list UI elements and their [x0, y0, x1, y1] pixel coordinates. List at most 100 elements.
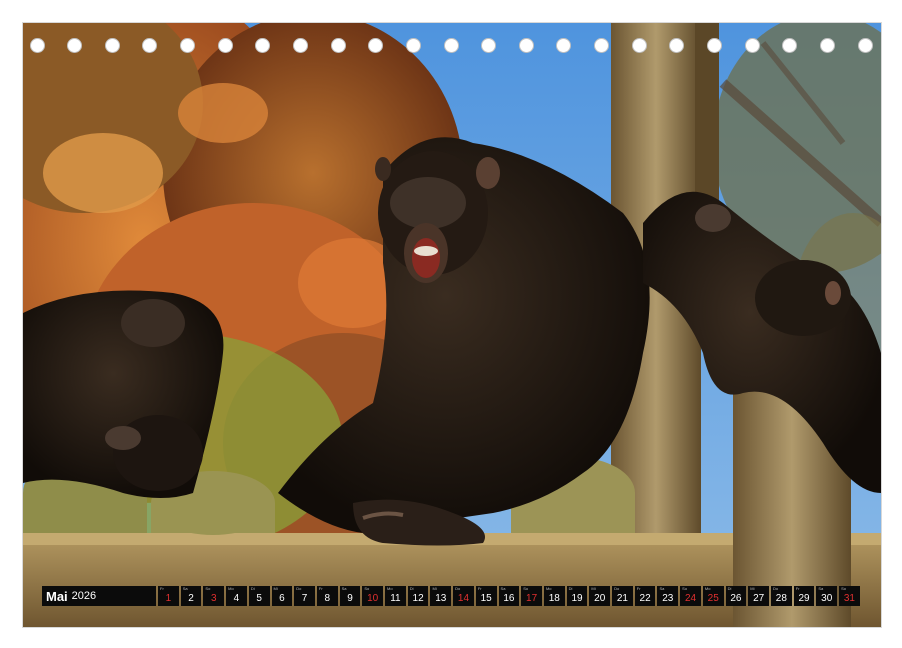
weekday-label: So	[682, 586, 688, 591]
day-number: 11	[390, 593, 401, 604]
binding-hole	[29, 38, 45, 53]
chimpanzee-photo	[22, 22, 882, 628]
weekday-label: Fr	[318, 586, 323, 591]
day-number: 19	[571, 593, 583, 604]
binding-hole	[180, 38, 196, 53]
day-cell: Mi 20	[589, 586, 611, 606]
day-cell: Di 12	[407, 586, 429, 606]
day-cell: Sa 30	[816, 586, 838, 606]
day-number: 13	[435, 593, 447, 604]
day-cell: Mi 6	[271, 586, 293, 606]
day-cell: Mo 25	[702, 586, 724, 606]
day-number: 7	[301, 593, 308, 604]
day-cell: Sa 16	[498, 586, 520, 606]
weekday-label: So	[205, 586, 211, 591]
weekday-label: Di	[409, 586, 414, 591]
weekday-label: Di	[727, 586, 732, 591]
month-label: Mai 2026	[42, 586, 156, 606]
day-cell: Mi 27	[748, 586, 769, 606]
binding-hole	[631, 38, 647, 53]
weekday-label: Fr	[795, 586, 800, 591]
weekday-label: Sa	[818, 586, 824, 591]
day-number: 8	[324, 593, 331, 604]
day-number: 24	[684, 593, 697, 604]
day-number: 29	[798, 593, 810, 604]
weekday-label: Mo	[228, 586, 234, 591]
day-number: 23	[662, 593, 674, 604]
day-number: 18	[548, 593, 560, 604]
binding-hole	[744, 38, 760, 53]
binding-hole	[706, 38, 722, 53]
day-cell: Do 7	[294, 586, 315, 606]
binding-hole	[368, 38, 384, 53]
day-cell: Mi 13	[430, 586, 452, 606]
day-cell: Mo 18	[543, 586, 565, 606]
binding-hole	[481, 38, 497, 53]
day-cell: Do 21	[612, 586, 633, 606]
day-cell: Di 19	[566, 586, 588, 606]
weekday-label: Fr	[477, 586, 482, 591]
weekday-label: So	[364, 586, 370, 591]
day-cell: Di 26	[725, 586, 747, 606]
weekday-label: Do	[772, 586, 779, 591]
day-number: 14	[457, 593, 470, 604]
weekday-label: Mo	[704, 586, 711, 591]
weekday-label: Fr	[636, 586, 641, 591]
day-number: 27	[753, 593, 765, 604]
day-number: 15	[480, 593, 492, 604]
day-number: 31	[843, 593, 855, 604]
day-cell: Mo 11	[385, 586, 406, 606]
day-number: 10	[367, 593, 379, 604]
day-cell: So 17	[521, 586, 542, 606]
weekday-label: Fr	[160, 586, 164, 591]
day-number: 28	[775, 593, 787, 604]
binding-hole	[217, 38, 233, 53]
weekday-label: Do	[296, 586, 302, 591]
day-cell: So 3	[203, 586, 225, 606]
day-cell: Fr 22	[634, 586, 656, 606]
binding-hole	[255, 38, 271, 53]
binding-hole	[556, 38, 572, 53]
day-number: 26	[730, 593, 742, 604]
day-cell: Fr 15	[475, 586, 497, 606]
weekday-label: So	[523, 586, 529, 591]
weekday-label: Mi	[273, 586, 278, 591]
binding-hole	[518, 38, 534, 53]
day-number: 4	[233, 593, 240, 604]
day-cell: Fr 8	[316, 586, 338, 606]
day-number: 30	[821, 593, 833, 604]
day-number: 9	[347, 593, 353, 604]
binding-hole	[594, 38, 610, 53]
day-cell: Di 5	[248, 586, 270, 606]
day-number: 5	[256, 593, 262, 604]
day-number: 17	[526, 593, 538, 604]
weekday-label: Sa	[500, 586, 506, 591]
weekday-label: Do	[614, 586, 620, 591]
ring-binding-holes	[22, 38, 880, 58]
weekday-label: Mi	[432, 586, 437, 591]
binding-hole	[330, 38, 346, 53]
binding-hole	[142, 38, 158, 53]
day-number: 20	[594, 593, 606, 604]
day-cell: Do 28	[770, 586, 792, 606]
weekday-label: Sa	[182, 586, 188, 591]
day-cell: Fr 1	[158, 586, 179, 606]
day-cells: Fr 1 Sa 2 So 3 Mo 4 Di 5 Mi 6 Do 7 Fr 8 Sa 9 So 10 Mo 11 Di 12 M…	[158, 586, 860, 606]
day-cell: So 31	[839, 586, 860, 606]
weekday-label: Mo	[387, 586, 393, 591]
weekday-label: Mi	[750, 586, 755, 591]
day-number: 22	[639, 593, 651, 604]
day-cell: Do 14	[453, 586, 474, 606]
day-cell: Sa 2	[180, 586, 202, 606]
photo-illustration	[23, 23, 881, 627]
day-number: 2	[188, 593, 194, 604]
day-cell: So 24	[680, 586, 701, 606]
binding-hole	[669, 38, 685, 53]
day-cell: Fr 29	[793, 586, 815, 606]
binding-hole	[405, 38, 421, 53]
calendar-strip: Mai 2026 Fr 1 Sa 2 So 3 Mo 4 Di 5 Mi 6 Do 7 Fr 8 Sa 9 So 10…	[42, 586, 860, 606]
day-cell: Sa 23	[657, 586, 679, 606]
year: 2026	[71, 590, 97, 602]
calendar-page: Mai 2026 Fr 1 Sa 2 So 3 Mo 4 Di 5 Mi 6 Do 7 Fr 8 Sa 9 So 10…	[0, 0, 902, 648]
day-number: 16	[503, 593, 515, 604]
